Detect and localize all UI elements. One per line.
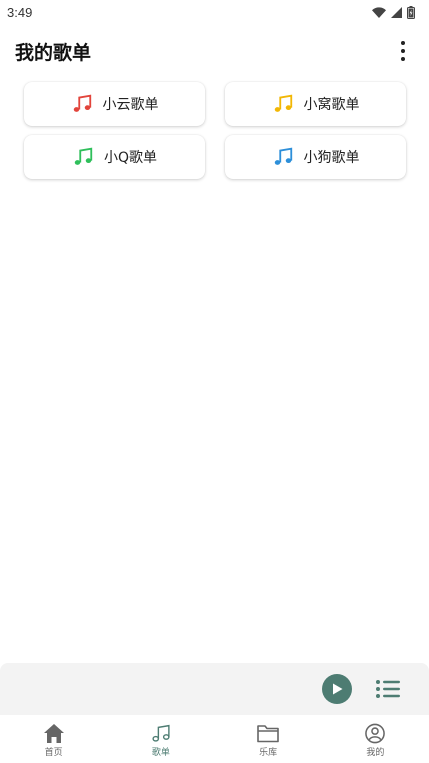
nav-item-home[interactable]: 首页	[0, 715, 107, 763]
status-bar: 3:49	[0, 0, 429, 24]
folder-icon	[257, 725, 279, 743]
music-note-icon	[274, 94, 292, 112]
home-icon	[43, 724, 64, 743]
playlist-label: 小窝歌单	[303, 97, 360, 113]
mini-player	[0, 663, 429, 715]
user-circle-icon	[365, 723, 386, 744]
header: 我的歌单	[0, 28, 429, 74]
playlist-label: 小狗歌单	[303, 150, 360, 166]
page-title: 我的歌单	[15, 41, 92, 64]
nav-item-profile[interactable]: 我的	[322, 715, 429, 763]
status-icons	[372, 5, 415, 19]
status-time: 3:49	[7, 4, 33, 20]
play-button[interactable]	[322, 674, 352, 704]
battery-icon	[407, 5, 415, 19]
play-icon	[333, 683, 343, 695]
nav-label: 乐库	[259, 748, 278, 758]
playlist-card[interactable]: 小狗歌单	[225, 135, 406, 179]
music-note-icon	[74, 147, 93, 165]
more-dot-icon	[401, 49, 405, 53]
more-options-button[interactable]	[393, 37, 413, 65]
list-icon	[376, 680, 400, 698]
signal-icon	[391, 6, 402, 18]
nav-label: 首页	[44, 748, 63, 758]
more-dot-icon	[401, 57, 405, 61]
nav-label: 我的	[366, 748, 385, 758]
bottom-nav: 首页 歌单 乐库 我的	[0, 715, 429, 763]
playlist-card[interactable]: 小窝歌单	[225, 82, 406, 126]
music-note-icon	[73, 94, 91, 112]
nav-item-playlists[interactable]: 歌单	[107, 715, 214, 763]
nav-item-library[interactable]: 乐库	[215, 715, 322, 763]
wifi-icon	[372, 6, 386, 18]
more-dot-icon	[401, 41, 405, 45]
playlist-label: 小云歌单	[102, 97, 159, 113]
playlist-card[interactable]: 小Q歌单	[24, 135, 205, 179]
playlist-card[interactable]: 小云歌单	[24, 82, 205, 126]
playlist-label: 小Q歌单	[103, 150, 158, 166]
playlist-grid: 小云歌单 小窝歌单 小Q歌单 小狗歌单	[24, 82, 406, 179]
music-note-icon	[152, 724, 170, 742]
music-note-icon	[274, 147, 292, 165]
nav-label: 歌单	[151, 748, 170, 758]
playlist-queue-button[interactable]	[375, 677, 401, 701]
